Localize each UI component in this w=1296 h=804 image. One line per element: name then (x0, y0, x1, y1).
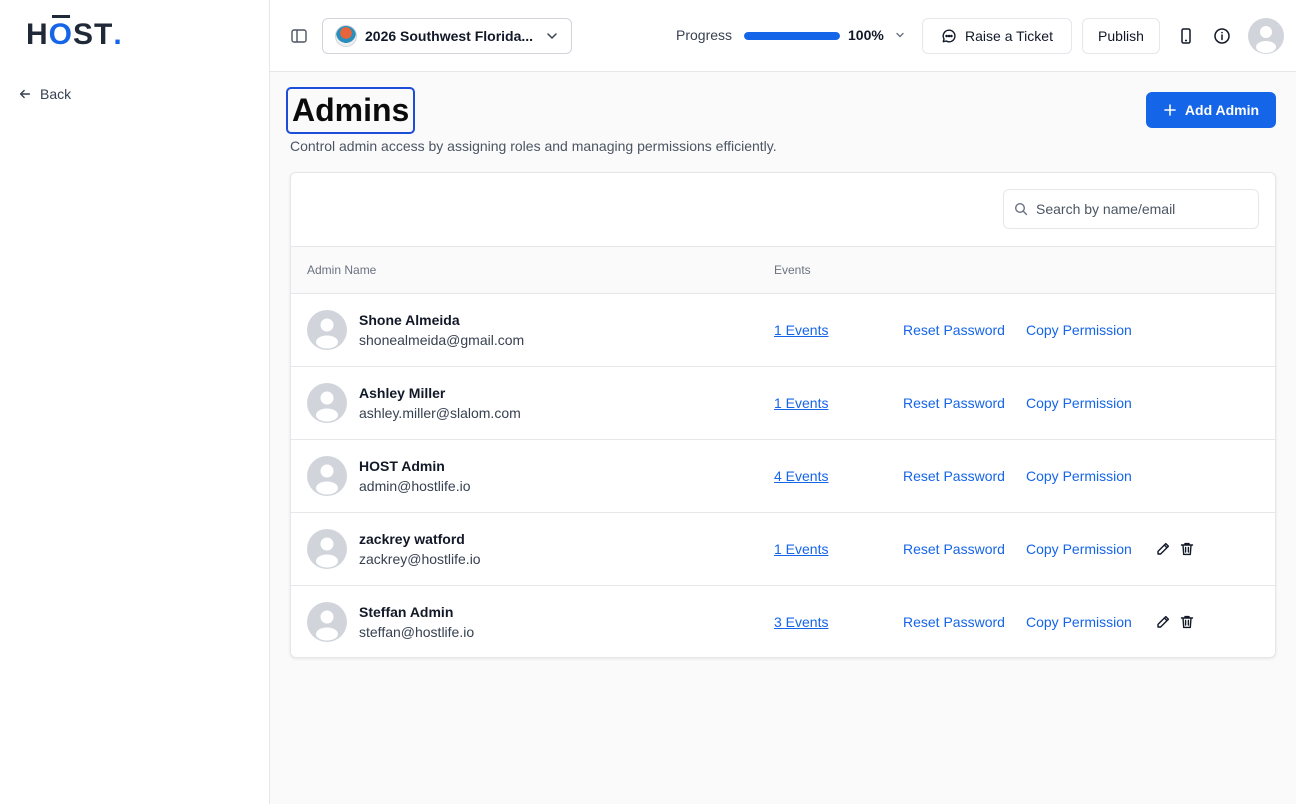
admin-events-link[interactable]: 3 Events (774, 614, 828, 630)
logo-letter-o: O (48, 15, 74, 51)
page-title: Admins (286, 87, 416, 134)
user-avatar-icon (316, 610, 338, 641)
host-logo[interactable]: H O ST. (26, 15, 123, 52)
progress-value: 100% (848, 27, 884, 43)
add-admin-button[interactable]: Add Admin (1146, 92, 1276, 128)
trash-icon[interactable] (1179, 541, 1195, 557)
add-admin-label: Add Admin (1184, 102, 1260, 118)
user-avatar-icon (1256, 26, 1276, 53)
admin-email: admin@hostlife.io (359, 478, 471, 494)
logo-letter-h: H (26, 18, 49, 51)
panel-toggle-icon[interactable] (290, 27, 308, 45)
admin-email: steffan@hostlife.io (359, 624, 475, 640)
column-header-admin-name: Admin Name (307, 263, 377, 277)
admin-email: zackrey@hostlife.io (359, 551, 481, 567)
logo-dot: . (113, 18, 123, 51)
top-bar: 2026 Southwest Florida... Progress 100% … (270, 0, 1296, 72)
reset-password-link[interactable]: Reset Password (903, 322, 1005, 338)
admin-name: zackrey watford (359, 531, 465, 547)
plus-icon (1164, 104, 1176, 116)
progress-label: Progress (676, 27, 733, 43)
user-avatar-icon (316, 464, 338, 495)
chat-bubble-icon (942, 29, 956, 43)
sidebar: H O ST. Back (0, 0, 270, 804)
reset-password-link[interactable]: Reset Password (903, 541, 1005, 557)
table-row: Steffan Admin steffan@hostlife.io 3 Events… (291, 586, 1275, 657)
search-icon (1014, 202, 1028, 216)
admin-avatar (307, 383, 347, 423)
admin-events-link[interactable]: 4 Events (774, 468, 828, 484)
publish-label: Publish (1098, 28, 1144, 44)
event-selector[interactable]: 2026 Southwest Florida... (322, 18, 572, 54)
column-header-events: Events (774, 263, 811, 277)
reset-password-link[interactable]: Reset Password (903, 614, 1005, 630)
table-row: HOST Admin admin@hostlife.io 4 Events Reset… (291, 440, 1275, 513)
admin-events-link[interactable]: 1 Events (774, 395, 828, 411)
chevron-down-icon (547, 33, 557, 40)
publish-button[interactable]: Publish (1082, 18, 1160, 54)
back-link[interactable]: Back (18, 86, 71, 102)
admins-card: Admin Name Events Shone Almeida shonealme… (290, 172, 1276, 658)
reset-password-link[interactable]: Reset Password (903, 395, 1005, 411)
logo-letters-st: ST (73, 18, 114, 51)
table-header: Admin Name Events (291, 246, 1275, 294)
trash-icon[interactable] (1179, 614, 1195, 630)
progress-fill (744, 32, 840, 40)
search-box[interactable] (1003, 189, 1259, 229)
admin-avatar (307, 602, 347, 642)
copy-permission-link[interactable]: Copy Permission (1026, 322, 1132, 338)
search-input[interactable] (1036, 201, 1236, 217)
edit-pencil-icon[interactable] (1155, 541, 1171, 557)
info-icon[interactable] (1213, 27, 1231, 45)
table-row: Shone Almeida shonealmeida@gmail.com 1 Eve… (291, 294, 1275, 367)
user-avatar[interactable] (1248, 18, 1284, 54)
admin-avatar (307, 310, 347, 350)
table-row: zackrey watford zackrey@hostlife.io 1 Even… (291, 513, 1275, 586)
user-avatar-icon (316, 318, 338, 349)
admin-name: Ashley Miller (359, 385, 446, 401)
raise-ticket-label: Raise a Ticket (965, 28, 1053, 44)
page-subtitle: Control admin access by assigning roles … (290, 138, 777, 154)
admin-events-link[interactable]: 1 Events (774, 541, 828, 557)
admin-name: Steffan Admin (359, 604, 454, 620)
arrow-left-icon (19, 89, 31, 99)
copy-permission-link[interactable]: Copy Permission (1026, 541, 1132, 557)
event-name: 2026 Southwest Florida... (365, 28, 534, 44)
admin-events-link[interactable]: 1 Events (774, 322, 828, 338)
copy-permission-link[interactable]: Copy Permission (1026, 468, 1132, 484)
user-avatar-icon (316, 391, 338, 422)
mobile-icon[interactable] (1177, 27, 1195, 45)
raise-ticket-button[interactable]: Raise a Ticket (922, 18, 1072, 54)
copy-permission-link[interactable]: Copy Permission (1026, 395, 1132, 411)
admin-avatar (307, 456, 347, 496)
admin-email: ashley.miller@slalom.com (359, 405, 521, 421)
copy-permission-link[interactable]: Copy Permission (1026, 614, 1132, 630)
admin-avatar (307, 529, 347, 569)
admin-email: shonealmeida@gmail.com (359, 332, 525, 348)
user-avatar-icon (316, 537, 338, 568)
progress-chevron-down-icon[interactable] (894, 29, 906, 41)
table-row: Ashley Miller ashley.miller@slalom.com 1 E… (291, 367, 1275, 440)
reset-password-link[interactable]: Reset Password (903, 468, 1005, 484)
progress-bar (744, 32, 840, 40)
back-label: Back (40, 86, 72, 102)
event-logo (335, 25, 357, 47)
admin-name: Shone Almeida (359, 312, 460, 328)
admin-name: HOST Admin (359, 458, 445, 474)
edit-pencil-icon[interactable] (1155, 614, 1171, 630)
